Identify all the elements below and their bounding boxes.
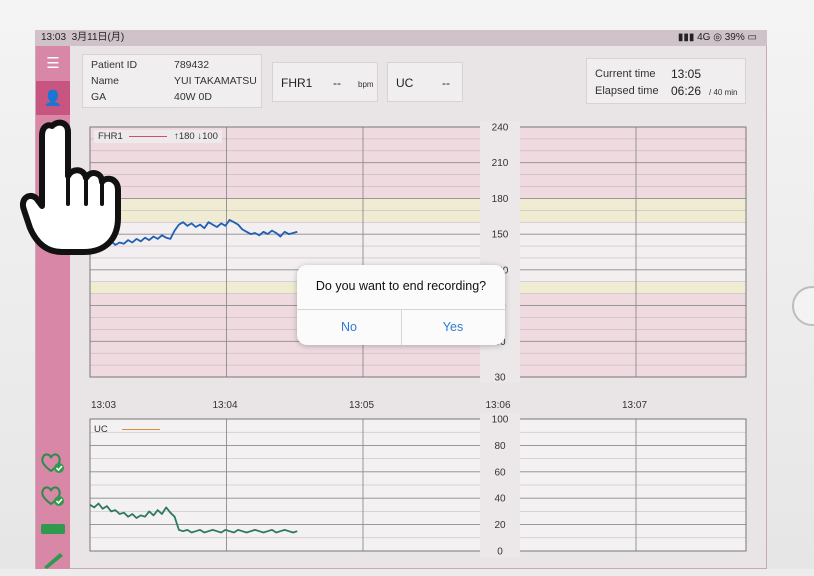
time-tick: 13:05 <box>349 400 374 411</box>
time-tick: 13:07 <box>622 400 647 411</box>
uc-y-tick: 60 <box>494 467 506 478</box>
uc-y-tick: 20 <box>494 520 506 531</box>
fhr-y-tick: 150 <box>492 230 509 241</box>
uc-y-tick: 80 <box>494 441 506 452</box>
uc-axis-column <box>480 413 520 557</box>
time-axis: 13:03 13:04 13:05 13:06 13:07 <box>91 400 647 411</box>
fhr-legend-limits: ↑180 ↓100 <box>174 131 218 142</box>
fhr-y-tick: 30 <box>494 373 506 384</box>
uc-legend-swatch <box>122 428 161 430</box>
fhr-legend-swatch <box>129 135 168 137</box>
uc-y-tick: 40 <box>494 494 506 505</box>
time-tick: 13:06 <box>486 400 511 411</box>
uc-y-tick: 100 <box>492 415 509 426</box>
dialog-message: Do you want to end recording? <box>315 279 487 293</box>
tap-hand-icon <box>20 119 121 255</box>
fhr-y-tick: 180 <box>492 194 509 205</box>
time-tick: 13:04 <box>213 400 238 411</box>
time-tick: 13:03 <box>91 400 116 411</box>
fhr-y-tick: 210 <box>492 158 509 169</box>
end-recording-dialog: Do you want to end recording? No Yes <box>297 265 505 345</box>
fhr-y-tick: 240 <box>492 123 509 134</box>
uc-legend: UC <box>94 424 161 435</box>
no-button[interactable]: No <box>297 309 401 345</box>
uc-legend-label: UC <box>94 424 108 435</box>
yes-button[interactable]: Yes <box>401 309 505 345</box>
uc-y-tick: 0 <box>497 547 503 558</box>
